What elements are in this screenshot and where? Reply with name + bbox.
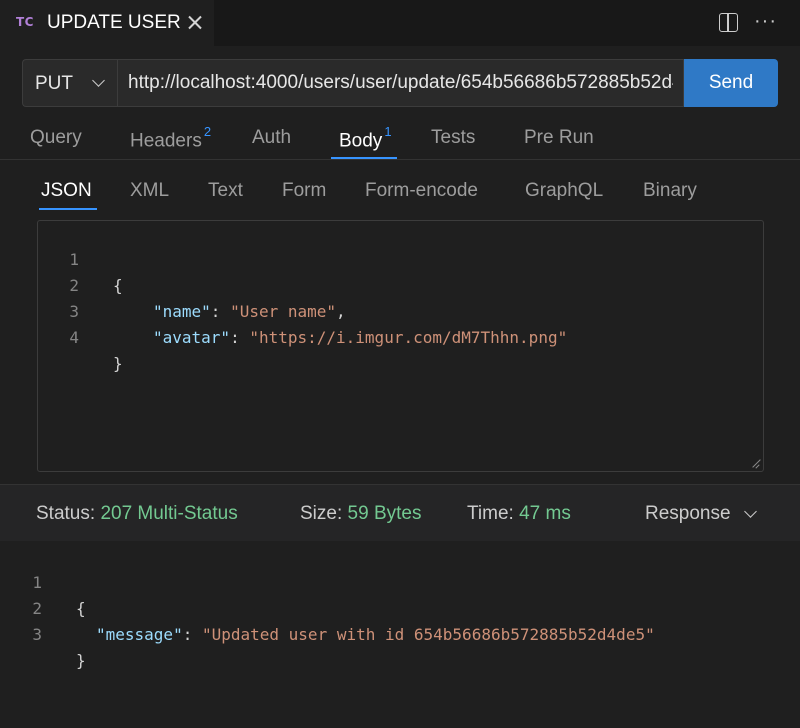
tab-auth[interactable]: Auth (252, 127, 291, 149)
code-line: 2 "name": "User name", (38, 247, 763, 321)
request-tabs: Query Headers 2 Auth Body 1 Tests Pre Run (0, 118, 800, 160)
size-value: 59 Bytes (347, 503, 422, 524)
tab-title: UPDATE USER (47, 12, 181, 33)
tab-tests-label: Tests (431, 127, 476, 148)
tab-headers-count-badge: 2 (203, 124, 212, 139)
editor-tab[interactable]: TC UPDATE USER (0, 0, 214, 46)
http-method-value: PUT (35, 73, 73, 94)
status-value: 207 Multi-Status (100, 503, 238, 524)
code-line: 2 "message": "Updated user with id 654b5… (0, 570, 800, 644)
body-tab-binary[interactable]: Binary (643, 180, 697, 202)
body-tab-xml[interactable]: XML (130, 180, 169, 202)
tab-body[interactable]: Body 1 (339, 124, 392, 152)
code-line: 3 } (0, 596, 800, 670)
body-tab-json[interactable]: JSON (41, 180, 92, 202)
close-brace: } (113, 354, 123, 373)
tab-query[interactable]: Query (30, 127, 82, 149)
size-label: Size: (300, 503, 343, 524)
send-button[interactable]: Send (684, 59, 778, 107)
close-brace: } (76, 651, 86, 670)
status-info: Status: 207 Multi-Status (36, 503, 238, 525)
active-body-tab-indicator (39, 208, 97, 210)
tab-auth-label: Auth (252, 127, 292, 148)
json-body-editor[interactable]: 1 { 2 "name": "User name", 3 "avatar": "… (37, 220, 764, 472)
json-value: "Updated user with id 654b56686b572885b5… (201, 625, 655, 644)
line-number: 3 (32, 625, 42, 644)
tab-tests[interactable]: Tests (431, 127, 475, 149)
json-key: "message" (96, 625, 183, 644)
response-view-select[interactable]: Response (645, 503, 731, 525)
json-value: "https://i.imgur.com/dM7Thhn.png" (249, 328, 568, 347)
code-line: 3 "avatar": "https://i.imgur.com/dM7Thhn… (38, 273, 763, 347)
http-method-select[interactable]: PUT (22, 59, 117, 107)
line-number: 4 (69, 328, 79, 347)
tab-query-label: Query (30, 127, 82, 148)
resize-handle-icon[interactable] (751, 459, 760, 468)
tab-headers-label: Headers (130, 130, 202, 152)
body-tab-form-encode[interactable]: Form-encode (365, 180, 478, 202)
tab-pre-run-label: Pre Run (524, 127, 594, 148)
body-tab-text[interactable]: Text (208, 180, 243, 202)
url-input[interactable] (117, 59, 684, 107)
chevron-down-icon[interactable] (744, 505, 757, 518)
tab-pre-run[interactable]: Pre Run (524, 127, 594, 149)
code-line: 1 { (38, 221, 763, 295)
tab-headers[interactable]: Headers 2 (130, 124, 212, 152)
code-content: "avatar": "https://i.imgur.com/dM7Thhn.p… (153, 328, 568, 347)
tab-body-label: Body (339, 130, 383, 152)
code-content: "message": "Updated user with id 654b566… (96, 625, 655, 644)
split-editor-icon[interactable] (719, 13, 738, 32)
size-info: Size: 59 Bytes (300, 503, 421, 525)
active-tab-indicator (331, 157, 397, 159)
thunder-client-logo-icon: TC (16, 15, 34, 29)
response-status-bar: Status: 207 Multi-Status Size: 59 Bytes … (0, 485, 800, 541)
json-key: "avatar" (153, 328, 231, 347)
more-actions-icon[interactable]: ··· (754, 10, 777, 33)
close-icon[interactable] (186, 13, 204, 31)
code-line: 4 } (38, 299, 763, 373)
body-tab-graphql[interactable]: GraphQL (525, 180, 603, 202)
time-info: Time: 47 ms (467, 503, 571, 525)
tab-body-count-badge: 1 (384, 124, 392, 139)
chevron-down-icon (92, 74, 105, 87)
time-label: Time: (467, 503, 514, 524)
code-line: 1 { (0, 544, 800, 618)
status-label: Status: (36, 503, 96, 524)
time-value: 47 ms (519, 503, 571, 524)
editor-tab-bar: TC UPDATE USER ··· (0, 0, 800, 46)
body-tab-form[interactable]: Form (282, 180, 326, 202)
